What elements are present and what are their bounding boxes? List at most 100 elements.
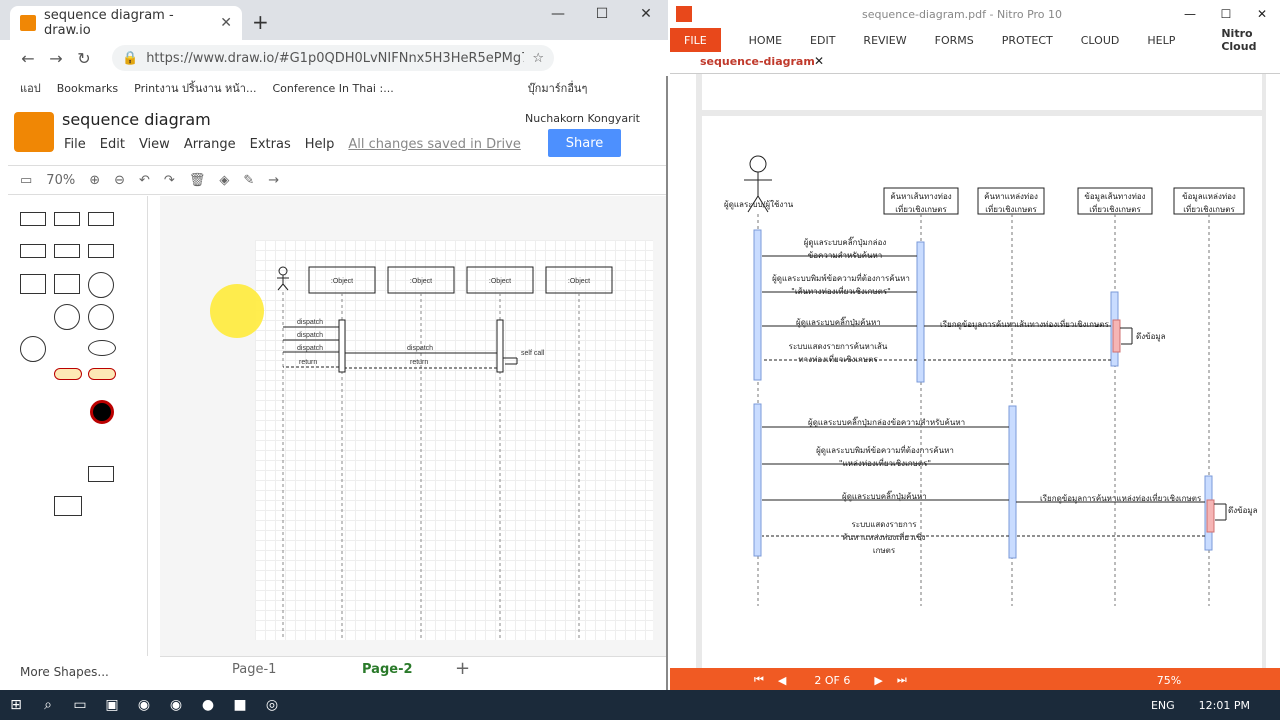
ribbon-file[interactable]: FILE <box>670 28 721 52</box>
menu-help[interactable]: Help <box>305 137 335 152</box>
zoom-in-icon[interactable]: ⊕ <box>89 173 100 188</box>
drawio-diagram[interactable]: :Object :Object :Object :Object dispatch… <box>255 240 653 640</box>
new-tab-button[interactable]: + <box>252 10 269 34</box>
minimize-icon[interactable]: — <box>546 6 570 22</box>
page-tab-2[interactable]: Page-2 <box>362 662 413 677</box>
shape-item[interactable] <box>54 304 80 330</box>
bookmark-apps[interactable]: แอป <box>20 79 41 97</box>
minimize-icon[interactable]: — <box>1172 7 1208 21</box>
shape-item[interactable] <box>90 400 114 424</box>
nitro-cloud-user[interactable]: Nitro Cloud <box>1221 27 1256 53</box>
shape-item[interactable] <box>88 340 116 356</box>
url-text: https://www.draw.io/#G1p0QDH0LvNIFNnx5H3… <box>146 50 525 66</box>
message-label: dispatch <box>297 332 323 339</box>
shape-item[interactable] <box>88 304 114 330</box>
first-page-icon[interactable]: ⏮ <box>754 673 764 687</box>
shape-item[interactable] <box>54 496 82 516</box>
bookmark-print[interactable]: Printงาน ปริ้นงาน หน้า... <box>134 79 256 97</box>
actor-label: ผู้ดูแลระบบ/ผู้ใช้งาน <box>724 200 794 209</box>
clock[interactable]: 12:01 PM <box>1199 699 1250 712</box>
last-page-icon[interactable]: ⏭ <box>897 673 907 687</box>
browser-tab[interactable]: sequence diagram - draw.io ✕ <box>10 6 242 40</box>
maximize-icon[interactable]: ☐ <box>1208 7 1244 21</box>
ribbon-edit[interactable]: EDIT <box>810 34 835 47</box>
save-status[interactable]: All changes saved in Drive <box>348 137 520 152</box>
search-icon[interactable]: ⌕ <box>32 697 64 713</box>
star-icon[interactable]: ☆ <box>532 51 544 66</box>
file-explorer-icon[interactable]: ▣ <box>96 697 128 713</box>
record-icon[interactable]: ◎ <box>256 697 288 713</box>
close-window-icon[interactable]: ✕ <box>634 6 658 22</box>
connection-icon[interactable]: → <box>268 173 279 188</box>
shape-item[interactable] <box>20 336 46 362</box>
chrome-icon[interactable]: ◉ <box>160 697 192 713</box>
shape-item[interactable] <box>20 212 46 226</box>
message-label: ระบบแสดงรายการค้นหาแหล่งท่องเที่ยวเชิงเก… <box>842 520 926 555</box>
shape-item[interactable] <box>88 466 114 482</box>
undo-icon[interactable]: ↶ <box>139 173 150 188</box>
page-indicator[interactable]: 2 OF 6 <box>814 674 850 687</box>
menu-file[interactable]: File <box>64 137 86 152</box>
bookmark-conference[interactable]: Conference In Thai :... <box>272 82 393 95</box>
start-icon[interactable]: ⊞ <box>0 697 32 713</box>
shape-item[interactable] <box>20 244 46 258</box>
ribbon-cloud[interactable]: CLOUD <box>1081 34 1120 47</box>
shape-item[interactable] <box>88 212 114 226</box>
nitro-logo-icon <box>676 6 692 22</box>
format-panel-icon[interactable]: ▭ <box>20 173 32 188</box>
line-icon[interactable]: ✎ <box>243 173 254 188</box>
message-label: return <box>299 359 317 366</box>
lifeline-label: ค้นหาแหล่งท่องเที่ยวเชิงเกษตร <box>984 192 1038 214</box>
shape-item[interactable] <box>88 368 116 380</box>
shape-item[interactable] <box>88 272 114 298</box>
ribbon-review[interactable]: REVIEW <box>863 34 906 47</box>
more-shapes-link[interactable]: More Shapes... <box>20 665 109 679</box>
diagram-title[interactable]: sequence diagram <box>62 110 211 129</box>
menu-edit[interactable]: Edit <box>100 137 125 152</box>
bookmark-other[interactable]: บุ๊กมาร์กอื่นๆ <box>528 79 588 97</box>
zoom-level[interactable]: 75% <box>1157 674 1181 687</box>
app-icon[interactable]: ● <box>192 697 224 713</box>
zoom-level[interactable]: 70% <box>46 173 75 188</box>
doc-tab[interactable]: sequence-diagram <box>700 55 815 68</box>
shape-item[interactable] <box>54 368 82 380</box>
chrome-window: sequence diagram - draw.io ✕ + — ☐ ✕ ← →… <box>0 0 668 690</box>
fill-icon[interactable]: ◈ <box>219 173 229 188</box>
shape-item[interactable] <box>54 212 80 226</box>
page-tab-1[interactable]: Page-1 <box>232 662 276 677</box>
ribbon-home[interactable]: HOME <box>749 34 782 47</box>
shape-item[interactable] <box>54 244 80 258</box>
ribbon-forms[interactable]: FORMS <box>935 34 974 47</box>
user-name[interactable]: Nuchakorn Kongyarit <box>525 112 640 125</box>
message-label: ผู้ดูแลระบบคลิ๊กปุ่มกล่องข้อความสำหรับค้… <box>808 418 966 427</box>
prev-page-icon[interactable]: ◀ <box>778 674 786 687</box>
reload-icon[interactable]: ↻ <box>70 49 98 68</box>
nitro-titlebar: sequence-diagram.pdf - Nitro Pro 10 — ☐ … <box>670 0 1280 28</box>
ribbon-help[interactable]: HELP <box>1147 34 1175 47</box>
chrome-icon[interactable]: ◉ <box>128 697 160 713</box>
nitro-icon[interactable]: ■ <box>224 697 256 713</box>
menu-view[interactable]: View <box>139 137 170 152</box>
next-page-icon[interactable]: ▶ <box>874 674 882 687</box>
forward-icon[interactable]: → <box>42 49 70 68</box>
back-icon[interactable]: ← <box>14 49 42 68</box>
menu-extras[interactable]: Extras <box>250 137 291 152</box>
bookmark-bookmarks[interactable]: Bookmarks <box>57 82 118 95</box>
shape-item[interactable] <box>54 274 80 294</box>
shape-item[interactable] <box>88 244 114 258</box>
close-tab-icon[interactable]: ✕ <box>220 15 232 31</box>
zoom-out-icon[interactable]: ⊖ <box>114 173 125 188</box>
delete-icon[interactable]: 🗑 <box>189 173 206 188</box>
share-button[interactable]: Share <box>548 129 621 157</box>
maximize-icon[interactable]: ☐ <box>590 6 614 22</box>
add-page-icon[interactable]: + <box>455 658 470 679</box>
language-indicator[interactable]: ENG <box>1151 699 1175 712</box>
menu-arrange[interactable]: Arrange <box>184 137 236 152</box>
task-view-icon[interactable]: ▭ <box>64 697 96 713</box>
shape-item[interactable] <box>20 274 46 294</box>
close-window-icon[interactable]: ✕ <box>1244 7 1280 21</box>
address-bar[interactable]: 🔒 https://www.draw.io/#G1p0QDH0LvNIFNnx5… <box>112 45 554 71</box>
ribbon-protect[interactable]: PROTECT <box>1002 34 1053 47</box>
redo-icon[interactable]: ↷ <box>164 173 175 188</box>
close-doc-icon[interactable]: ✕ <box>814 54 824 68</box>
